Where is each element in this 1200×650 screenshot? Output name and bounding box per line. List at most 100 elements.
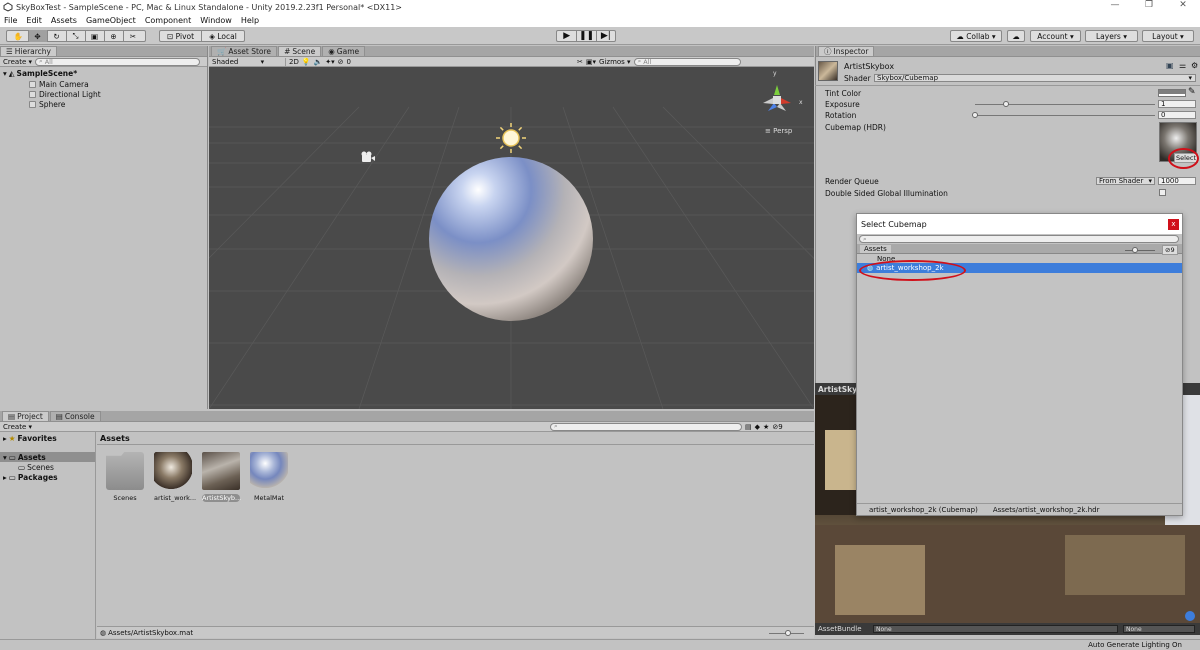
project-zoom-knob[interactable]: [785, 630, 791, 636]
tint-color-swatch[interactable]: [1158, 89, 1186, 97]
project-breadcrumb[interactable]: Assets: [100, 434, 130, 443]
project-search-input[interactable]: ⌕: [550, 422, 743, 431]
pivot-button[interactable]: ⊡ Pivot: [160, 31, 203, 41]
preview-title: ArtistSky: [818, 384, 857, 394]
hierarchy-item-directional-light[interactable]: Directional Light: [0, 89, 207, 99]
layout-dropdown[interactable]: Layout ▾: [1142, 30, 1194, 42]
exposure-slider-knob[interactable]: [1002, 101, 1009, 107]
audio-toggle-icon[interactable]: 🔈: [314, 58, 323, 66]
hierarchy-search-input[interactable]: ⌕ All: [35, 57, 201, 66]
dialog-zoom-slider-knob[interactable]: [1131, 247, 1138, 253]
shader-dropdown[interactable]: Skybox/Cubemap ▾: [874, 74, 1196, 82]
transform-tool-icon[interactable]: ⊕: [105, 30, 124, 42]
dialog-zoom-slider-track[interactable]: [1125, 250, 1155, 251]
dialog-close-button[interactable]: x: [1168, 218, 1179, 230]
favorites-row[interactable]: ▸ ★ Favorites: [0, 433, 95, 443]
rotation-slider-track[interactable]: [975, 115, 1155, 116]
rect-tool-icon[interactable]: ▣: [86, 30, 105, 42]
rotation-slider-knob[interactable]: [972, 112, 978, 118]
tab-game[interactable]: ◉ Game: [322, 46, 366, 56]
tab-scene[interactable]: # Scene: [278, 46, 322, 56]
preset-icon[interactable]: ⚌: [1179, 61, 1186, 70]
menu-gameobject[interactable]: GameObject: [86, 16, 136, 25]
asset-bundle-dropdown[interactable]: None: [873, 625, 1118, 633]
packages-row[interactable]: ▸ ▭ Packages: [0, 472, 95, 482]
help-icon[interactable]: ▣: [1166, 61, 1174, 70]
render-queue-field[interactable]: 1000: [1158, 177, 1196, 185]
lighting-toggle-icon[interactable]: 💡: [302, 58, 311, 66]
layers-dropdown[interactable]: Layers ▾: [1085, 30, 1138, 42]
hierarchy-item-main-camera[interactable]: Main Camera: [0, 79, 207, 89]
persp-label[interactable]: ≡ Persp: [765, 127, 792, 135]
shading-mode-dropdown[interactable]: Shaded ▾: [212, 57, 286, 66]
minimize-icon[interactable]: —: [1098, 0, 1132, 14]
move-tool-icon[interactable]: ✥: [28, 30, 48, 42]
menu-edit[interactable]: Edit: [26, 16, 42, 25]
asset-artist-skybox[interactable]: ArtistSkyb...: [202, 452, 241, 502]
star-filter-icon[interactable]: ★: [763, 423, 769, 431]
orientation-gizmo[interactable]: [763, 85, 791, 111]
gizmos-dropdown[interactable]: Gizmos ▾: [599, 58, 631, 66]
tab-inspector[interactable]: ⓘ Inspector: [818, 46, 875, 56]
scale-tool-icon[interactable]: ⤡: [67, 30, 86, 42]
local-label: Local: [217, 31, 237, 41]
double-sided-gi-checkbox[interactable]: [1159, 189, 1166, 196]
pause-icon[interactable]: ❚❚: [576, 31, 595, 41]
camera-gizmo-icon[interactable]: [361, 151, 376, 163]
step-icon[interactable]: ▶|: [595, 31, 615, 41]
exposure-slider-track[interactable]: [975, 104, 1155, 105]
effects-toggle-icon[interactable]: ✦▾: [325, 58, 334, 66]
folder-icon: ▭: [8, 452, 16, 462]
scene-viewport[interactable]: y x ≡ Persp: [209, 67, 814, 409]
persp-text: Persp: [773, 127, 793, 135]
hierarchy-item-sphere[interactable]: Sphere: [0, 99, 207, 109]
assets-folder-label: Assets: [17, 452, 46, 462]
rotate-tool-icon[interactable]: ↻: [48, 30, 67, 42]
preview-sphere-icon[interactable]: [1185, 611, 1195, 621]
scenes-folder-row[interactable]: ▭ Scenes: [0, 462, 95, 472]
hierarchy-create-button[interactable]: Create ▾: [3, 58, 32, 66]
assets-folder-row[interactable]: ▾ ▭ Assets: [0, 452, 95, 462]
menu-file[interactable]: File: [4, 16, 17, 25]
custom-tool-icon[interactable]: ✂: [124, 30, 143, 42]
maximize-icon[interactable]: ❐: [1132, 0, 1166, 14]
expand-arrow-icon[interactable]: ▾: [3, 69, 7, 78]
tab-project[interactable]: ▤ Project: [2, 411, 49, 421]
search-by-label-icon[interactable]: ◆: [755, 423, 760, 431]
asset-scenes-folder[interactable]: Scenes: [106, 452, 144, 502]
sphere-object[interactable]: [429, 157, 593, 321]
collab-dropdown[interactable]: ☁ Collab ▾: [950, 30, 1002, 42]
scene-root-row[interactable]: ▾ ◭ SampleScene*: [0, 68, 207, 79]
project-create-button[interactable]: Create ▾: [3, 423, 32, 431]
local-button[interactable]: ◈ Local: [202, 31, 244, 41]
asset-bundle-label: AssetBundle: [818, 625, 862, 633]
mode-2d-toggle[interactable]: 2D: [289, 58, 299, 66]
asset-bundle-variant-dropdown[interactable]: None: [1123, 625, 1195, 633]
camera-toggle-icon[interactable]: ▣▾: [586, 58, 596, 66]
eyedropper-icon[interactable]: ✎: [1188, 87, 1196, 97]
tab-hierarchy[interactable]: ☰ Hierarchy: [0, 46, 57, 56]
menu-help[interactable]: Help: [241, 16, 259, 25]
menu-window[interactable]: Window: [200, 16, 232, 25]
render-queue-mode-dropdown[interactable]: From Shader ▾: [1096, 177, 1155, 185]
tab-asset-store[interactable]: 🛒 Asset Store: [211, 46, 278, 56]
close-icon[interactable]: ✕: [1166, 0, 1200, 14]
hidden-objects-icon[interactable]: ⊘: [338, 58, 344, 66]
search-by-type-icon[interactable]: ▤: [745, 423, 752, 431]
settings-gear-icon[interactable]: ⚙: [1191, 61, 1198, 70]
dialog-tab-assets[interactable]: Assets: [860, 244, 891, 253]
menu-component[interactable]: Component: [145, 16, 191, 25]
play-icon[interactable]: ▶: [557, 31, 576, 41]
dialog-search-input[interactable]: ⌕: [859, 235, 1179, 243]
cloud-icon[interactable]: ☁: [1007, 30, 1025, 42]
hand-tool-icon[interactable]: ✋: [10, 30, 29, 42]
rotation-field[interactable]: 0: [1158, 111, 1196, 119]
tools-icon[interactable]: ✂: [577, 58, 583, 66]
scene-search-input[interactable]: ⌕ All: [633, 57, 741, 66]
tab-console[interactable]: ▤ Console: [49, 411, 101, 421]
account-dropdown[interactable]: Account ▾: [1030, 30, 1081, 42]
asset-artist-workshop[interactable]: artist_work...: [154, 452, 196, 502]
asset-metal-mat[interactable]: MetalMat: [250, 452, 288, 502]
menu-assets[interactable]: Assets: [51, 16, 77, 25]
exposure-field[interactable]: 1: [1158, 100, 1196, 108]
